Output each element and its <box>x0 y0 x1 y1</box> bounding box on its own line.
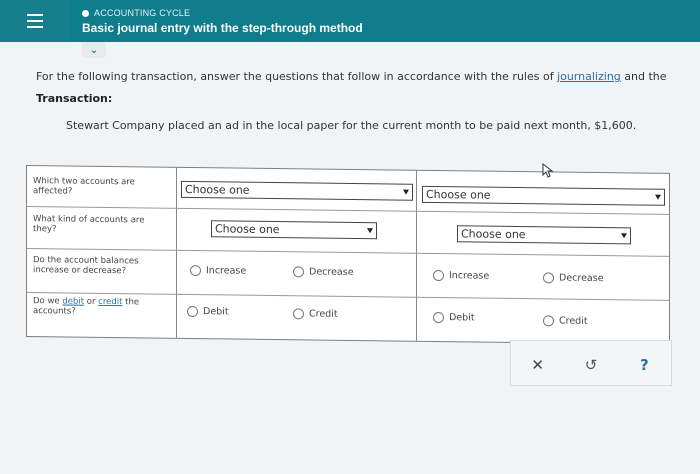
radio-circle-icon <box>293 266 304 278</box>
radio-circle-icon <box>433 269 444 282</box>
dropdown-caret-icon <box>403 189 409 195</box>
decrease-radio-2[interactable]: Decrease <box>543 272 604 284</box>
credit-radio-2[interactable]: Credit <box>543 315 588 327</box>
row-label-text: Do we <box>33 296 63 307</box>
select-value: Choose one <box>185 182 250 197</box>
instructions-suffix: and the <box>620 70 667 83</box>
instructions: For the following transaction, answer th… <box>36 70 700 83</box>
undo-button[interactable]: ↺ <box>577 351 605 379</box>
account-select-2[interactable]: Choose one <box>422 185 665 206</box>
debit-radio-2[interactable]: Debit <box>433 311 475 324</box>
radio-circle-icon <box>187 305 198 318</box>
top-bar: ACCOUNTING CYCLE Basic journal entry wit… <box>0 0 700 42</box>
radio-label: Decrease <box>309 266 354 279</box>
radio-circle-icon <box>293 308 304 320</box>
table-row: Do the account balances increase or decr… <box>27 249 669 301</box>
journalizing-link[interactable]: journalizing <box>557 70 621 83</box>
radio-circle-icon <box>433 311 444 324</box>
radio-label: Decrease <box>559 272 604 285</box>
select-value: Choose one <box>426 187 491 202</box>
row-label: Do we debit or credit the accounts? <box>33 296 169 318</box>
select-value: Choose one <box>461 227 526 242</box>
radio-circle-icon <box>543 315 554 327</box>
collapse-toggle[interactable]: ⌄ <box>82 42 106 58</box>
debit-link[interactable]: debit <box>62 296 84 306</box>
transaction-text: Stewart Company placed an ad in the loca… <box>66 119 637 132</box>
decrease-radio-1[interactable]: Decrease <box>293 266 354 278</box>
instructions-text: For the following transaction, answer th… <box>36 70 558 83</box>
row-label: Do the account balances increase or decr… <box>33 255 139 277</box>
dropdown-caret-icon <box>367 228 373 234</box>
radio-label: Increase <box>206 265 247 277</box>
table-row: Do we debit or credit the accounts? Debi… <box>27 293 669 346</box>
breadcrumb-label: ACCOUNTING CYCLE <box>94 8 191 18</box>
credit-link[interactable]: credit <box>98 297 122 307</box>
increase-radio-1[interactable]: Increase <box>190 265 246 277</box>
clear-button[interactable]: ✕ <box>524 351 552 379</box>
breadcrumb: ACCOUNTING CYCLE <box>82 8 190 18</box>
chevron-down-icon: ⌄ <box>89 44 99 56</box>
account-type-select-1[interactable]: Choose one <box>211 220 377 240</box>
row-label-text: or <box>84 296 99 307</box>
radio-circle-icon <box>190 265 201 277</box>
action-bar: ✕ ↺ ? <box>510 340 672 386</box>
menu-button[interactable] <box>0 0 70 42</box>
radio-circle-icon <box>543 272 554 284</box>
hamburger-icon <box>27 14 43 16</box>
radio-label: Debit <box>449 312 475 324</box>
help-button[interactable]: ? <box>630 351 658 379</box>
question-table: Which two accounts are affected? Choose … <box>26 165 670 345</box>
radio-label: Debit <box>203 306 229 318</box>
increase-radio-2[interactable]: Increase <box>433 269 490 282</box>
debit-radio-1[interactable]: Debit <box>187 305 229 318</box>
account-select-1[interactable]: Choose one <box>181 180 413 201</box>
select-value: Choose one <box>215 222 280 237</box>
row-label: Which two accounts are affected? <box>33 176 135 197</box>
page-title: Basic journal entry with the step-throug… <box>82 21 363 35</box>
hamburger-icon <box>27 26 43 28</box>
dropdown-caret-icon <box>621 233 627 239</box>
radio-label: Credit <box>309 308 338 320</box>
help-icon: ? <box>639 356 649 374</box>
radio-label: Credit <box>559 315 588 327</box>
row-label: What kind of accounts are they? <box>33 214 145 235</box>
account-type-select-2[interactable]: Choose one <box>457 225 631 245</box>
undo-icon: ↺ <box>584 356 598 374</box>
credit-radio-1[interactable]: Credit <box>293 308 338 320</box>
transaction-label: Transaction: <box>36 92 113 105</box>
dropdown-caret-icon <box>655 194 661 200</box>
close-icon: ✕ <box>531 356 544 374</box>
hamburger-icon <box>27 20 43 22</box>
radio-label: Increase <box>449 270 490 282</box>
status-dot-icon <box>82 9 89 17</box>
mouse-cursor-icon <box>542 163 554 178</box>
